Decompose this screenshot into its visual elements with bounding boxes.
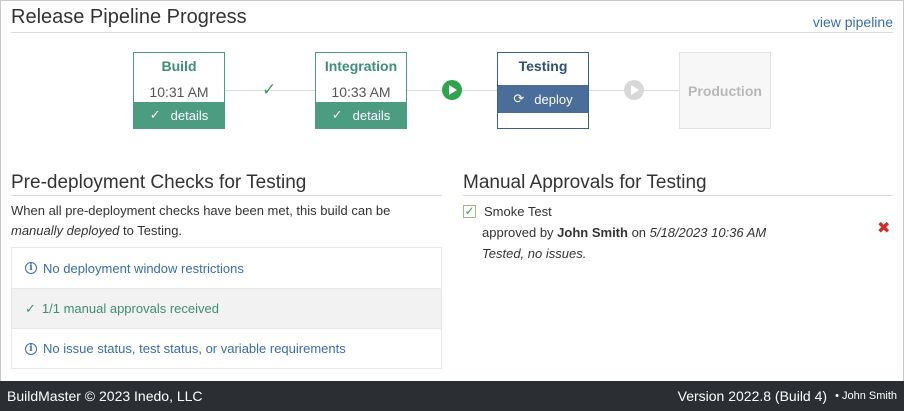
approvals-divider: [463, 195, 893, 196]
play-icon: [624, 80, 644, 100]
stage-name: Production: [688, 83, 762, 99]
approval-time: 5/18/2023 10:36 AM: [649, 225, 767, 240]
approval-name: Smoke Test: [484, 204, 552, 219]
checks-title: Pre-deployment Checks for Testing: [11, 172, 307, 193]
footer: BuildMaster © 2023 Inedo, LLC Version 20…: [0, 381, 904, 411]
checks-list: i No deployment window restrictions ✓ 1/…: [11, 247, 442, 369]
check-text: No issue status, test status, or variabl…: [43, 341, 346, 356]
footer-user[interactable]: • John Smith: [835, 390, 897, 402]
footer-copyright: BuildMaster © 2023 Inedo, LLC: [7, 388, 203, 404]
stage-testing: Testing ⟳ deploy: [497, 52, 589, 129]
refresh-icon: ⟳: [513, 91, 525, 106]
info-icon: i: [25, 342, 37, 355]
check-item: i No deployment window restrictions: [12, 248, 441, 288]
stage-build: Build 10:31 AM ✓ details: [133, 52, 225, 129]
stage-time: 10:33 AM: [331, 84, 391, 100]
approval-detail: approved by John Smith on 5/18/2023 10:3…: [463, 222, 893, 243]
approval-note: Tested, no issues.: [482, 246, 587, 261]
check-icon: ✓: [25, 300, 36, 316]
check-item: ✓ 1/1 manual approvals received: [12, 288, 441, 328]
remove-icon[interactable]: ✖: [877, 218, 890, 238]
details-button[interactable]: ✓ details: [134, 102, 224, 128]
view-pipeline-link[interactable]: view pipeline: [813, 14, 893, 30]
stage-name: Build: [161, 58, 197, 74]
checks-divider: [11, 195, 442, 196]
page-title: Release Pipeline Progress: [11, 6, 247, 28]
check-text: 1/1 manual approvals received: [41, 301, 219, 316]
info-icon: i: [25, 262, 37, 274]
check-icon: ✓: [262, 80, 277, 99]
check-icon: ✓: [149, 107, 161, 122]
checks-description: When all pre-deployment checks have been…: [11, 201, 441, 241]
desc-emphasis: manually deployed: [11, 223, 120, 238]
stage-name: Integration: [324, 58, 398, 74]
details-label: details: [352, 107, 391, 123]
checkbox-icon: ✓: [463, 204, 476, 218]
stage-time: 10:31 AM: [149, 84, 209, 100]
check-item: i No issue status, test status, or varia…: [12, 328, 441, 368]
details-label: details: [170, 107, 209, 123]
approval-on: on: [627, 225, 650, 240]
stage-integration: Integration 10:33 AM ✓ details: [315, 52, 407, 129]
desc-text: When all pre-deployment checks have been…: [11, 203, 391, 218]
approval-prefix: approved by: [482, 225, 558, 240]
approver-name: John Smith: [557, 225, 628, 240]
details-button[interactable]: ✓ details: [316, 102, 406, 128]
approval-item: ✓ Smoke Test approved by John Smith on 5…: [463, 201, 893, 264]
stage-name: Testing: [518, 58, 568, 74]
approvals-title: Manual Approvals for Testing: [463, 172, 707, 193]
deploy-label: deploy: [534, 91, 573, 107]
stage-production: Production: [679, 52, 771, 129]
footer-version: Version 2022.8 (Build 4): [677, 388, 828, 404]
header-divider: [11, 32, 893, 33]
play-icon[interactable]: [442, 80, 462, 100]
check-icon: ✓: [331, 107, 343, 122]
check-text: No deployment window restrictions: [43, 260, 244, 276]
desc-text: to Testing.: [119, 223, 183, 238]
deploy-button[interactable]: ⟳ deploy: [498, 85, 588, 113]
